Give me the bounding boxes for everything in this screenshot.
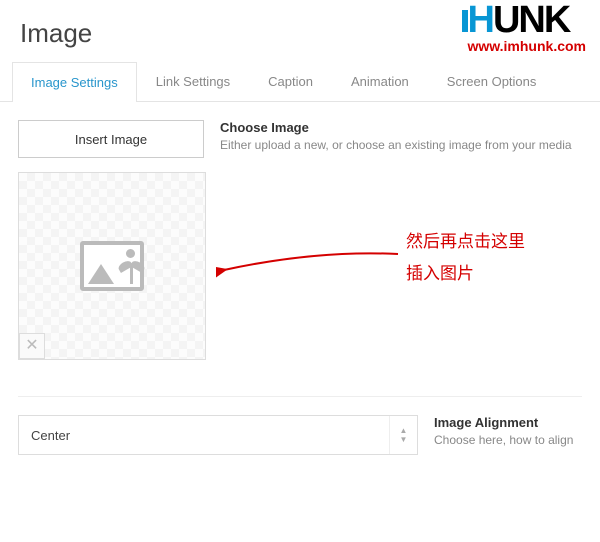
insert-image-button[interactable]: Insert Image — [18, 120, 204, 158]
tab-image-settings[interactable]: Image Settings — [12, 62, 137, 102]
annotation-line1: 然后再点击这里 — [406, 226, 525, 258]
tab-animation[interactable]: Animation — [332, 61, 428, 101]
alignment-desc: Choose here, how to align — [434, 433, 582, 447]
watermark-logo: HUNK www.imhunk.com — [468, 4, 587, 54]
choose-image-desc: Either upload a new, or choose an existi… — [220, 138, 582, 152]
alignment-select[interactable]: Center — [18, 415, 418, 455]
tab-screen-options[interactable]: Screen Options — [428, 61, 556, 101]
remove-image-button[interactable]: ✕ — [19, 333, 45, 359]
image-preview[interactable] — [18, 172, 206, 360]
annotation-line2: 插入图片 — [406, 258, 525, 290]
tab-link-settings[interactable]: Link Settings — [137, 61, 249, 101]
logo-brand: HUNK — [468, 4, 587, 36]
arrow-icon — [216, 246, 406, 286]
placeholder-icon — [80, 241, 144, 291]
alignment-title: Image Alignment — [434, 415, 582, 430]
tabs: Image Settings Link Settings Caption Ani… — [0, 61, 600, 102]
choose-image-title: Choose Image — [220, 120, 582, 135]
tab-caption[interactable]: Caption — [249, 61, 332, 101]
divider — [18, 396, 582, 397]
